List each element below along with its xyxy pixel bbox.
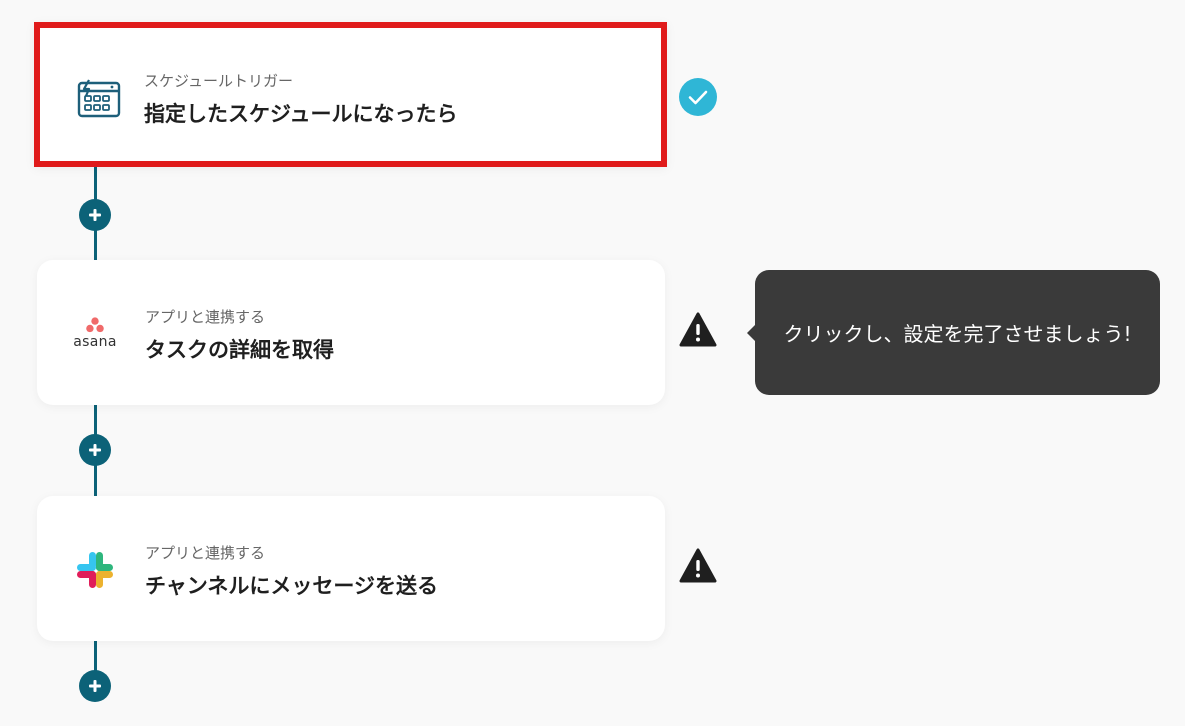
tooltip-text: クリックし、設定を完了させましょう! — [783, 322, 1132, 346]
plus-icon — [89, 444, 101, 456]
tooltip-arrow — [747, 324, 756, 342]
step-app-label: スケジュールトリガー — [144, 72, 293, 90]
setup-hint-tooltip: クリックし、設定を完了させましょう! — [747, 270, 1160, 395]
flow-connector-line — [94, 641, 97, 671]
step-warning-badge — [678, 546, 718, 586]
add-step-button[interactable] — [79, 434, 111, 466]
add-step-button[interactable] — [79, 199, 111, 231]
step-title: タスクの詳細を取得 — [145, 338, 334, 362]
slack-logo-icon — [71, 546, 119, 594]
plus-icon — [89, 680, 101, 692]
step-complete-badge — [678, 77, 718, 117]
step-app-label: アプリと連携する — [145, 308, 266, 326]
step-title: 指定したスケジュールになったら — [144, 102, 458, 126]
flow-step-slack[interactable]: アプリと連携する チャンネルにメッセージを送る — [37, 496, 665, 641]
plus-icon — [89, 209, 101, 221]
step-app-label: アプリと連携する — [145, 544, 266, 562]
add-step-button[interactable] — [79, 670, 111, 702]
flow-step-asana[interactable]: asana アプリと連携する タスクの詳細を取得 — [37, 260, 665, 405]
check-circle-icon — [679, 78, 717, 116]
step-warning-badge — [678, 310, 718, 350]
warning-icon — [679, 548, 717, 583]
flow-step-schedule-trigger[interactable]: スケジュールトリガー 指定したスケジュールになったら — [34, 22, 667, 167]
warning-icon — [679, 312, 717, 347]
step-title: チャンネルにメッセージを送る — [145, 574, 438, 598]
asana-logo-text: asana — [73, 334, 117, 350]
schedule-calendar-icon — [75, 75, 123, 123]
